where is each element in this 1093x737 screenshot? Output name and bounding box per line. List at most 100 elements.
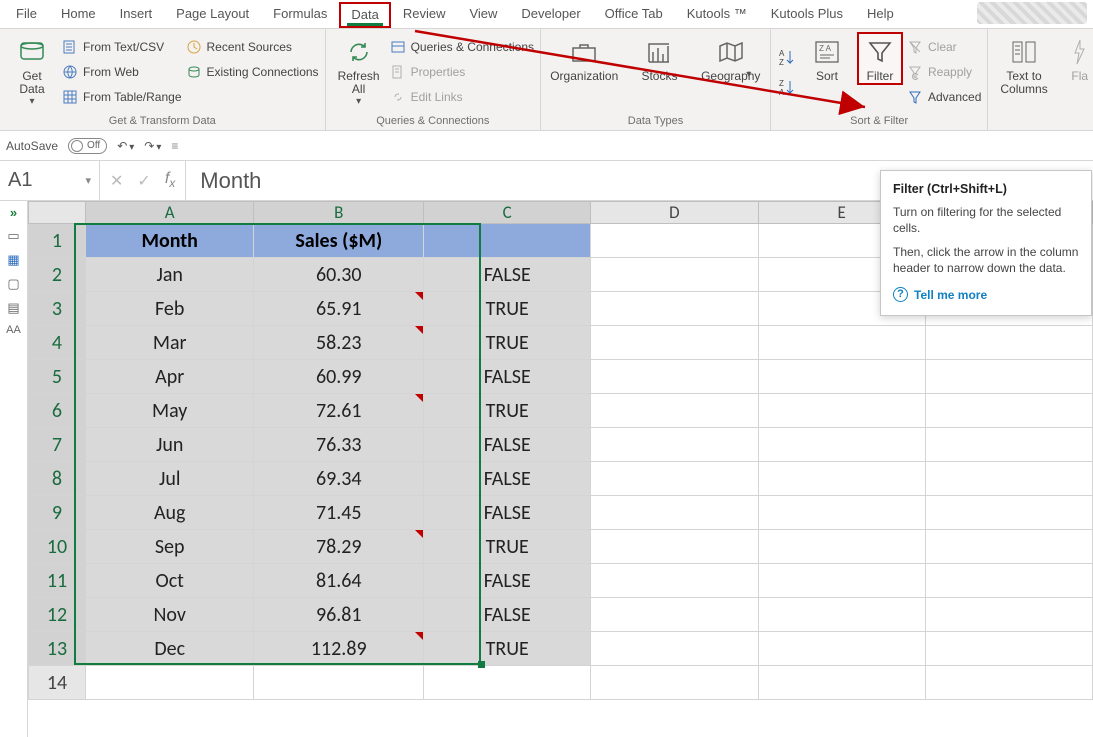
- user-account-area[interactable]: [977, 2, 1087, 24]
- advanced-button[interactable]: Advanced: [907, 86, 981, 108]
- cell-A1[interactable]: Month: [85, 224, 253, 258]
- cell-F4[interactable]: [925, 326, 1092, 360]
- name-box-dropdown-icon[interactable]: ▾: [85, 174, 91, 187]
- autosave-toggle[interactable]: Off: [68, 138, 107, 154]
- cell-F7[interactable]: [925, 428, 1092, 462]
- sidepanel-icon-2[interactable]: ▦: [7, 252, 19, 268]
- sidepanel-icon-1[interactable]: ▭: [7, 228, 19, 244]
- cell-C9[interactable]: FALSE: [424, 496, 591, 530]
- sidepanel-icon-3[interactable]: ▢: [7, 276, 19, 292]
- cell-B3[interactable]: 65.91: [254, 292, 424, 326]
- cell-D2[interactable]: [591, 258, 758, 292]
- sort-button[interactable]: Z A Sort: [801, 32, 853, 83]
- row-header-10[interactable]: 10: [29, 530, 86, 564]
- cell-E12[interactable]: [758, 598, 925, 632]
- sidepanel-icon-4[interactable]: ▤: [7, 300, 19, 316]
- cell-C8[interactable]: FALSE: [424, 462, 591, 496]
- cell-B7[interactable]: 76.33: [254, 428, 424, 462]
- tab-data[interactable]: Data: [339, 2, 390, 28]
- cell-B11[interactable]: 81.64: [254, 564, 424, 598]
- cell-E5[interactable]: [758, 360, 925, 394]
- cell-E8[interactable]: [758, 462, 925, 496]
- qat-more[interactable]: ≡: [171, 139, 178, 153]
- cell-A11[interactable]: Oct: [85, 564, 253, 598]
- tab-help[interactable]: Help: [855, 1, 906, 28]
- fx-icon[interactable]: fx: [165, 170, 175, 190]
- cell-A7[interactable]: Jun: [85, 428, 253, 462]
- tab-home[interactable]: Home: [49, 1, 108, 28]
- tab-view[interactable]: View: [457, 1, 509, 28]
- cell-D8[interactable]: [591, 462, 758, 496]
- cell-C11[interactable]: FALSE: [424, 564, 591, 598]
- text-to-columns-button[interactable]: Text to Columns: [994, 32, 1053, 96]
- recent-sources-button[interactable]: Recent Sources: [186, 36, 319, 58]
- cancel-formula-icon[interactable]: ✕: [110, 171, 123, 191]
- row-header-6[interactable]: 6: [29, 394, 86, 428]
- redo-button[interactable]: ↷▾: [144, 139, 161, 153]
- cell-C7[interactable]: FALSE: [424, 428, 591, 462]
- enter-formula-icon[interactable]: ✓: [137, 171, 150, 191]
- cell-D3[interactable]: [591, 292, 758, 326]
- row-header-9[interactable]: 9: [29, 496, 86, 530]
- cell-D5[interactable]: [591, 360, 758, 394]
- name-box[interactable]: A1 ▾: [0, 161, 100, 200]
- existing-connections-button[interactable]: Existing Connections: [186, 61, 319, 83]
- cell-C1[interactable]: [424, 224, 591, 258]
- queries-connections-button[interactable]: Queries & Connections: [390, 36, 534, 58]
- row-header-5[interactable]: 5: [29, 360, 86, 394]
- cell-D11[interactable]: [591, 564, 758, 598]
- tab-insert[interactable]: Insert: [108, 1, 165, 28]
- cell-E7[interactable]: [758, 428, 925, 462]
- expand-ribbon-icon[interactable]: »: [10, 205, 17, 220]
- column-header-D[interactable]: D: [591, 202, 758, 224]
- geography-button[interactable]: Geography ▾: [697, 32, 764, 94]
- cell-A8[interactable]: Jul: [85, 462, 253, 496]
- cell-E6[interactable]: [758, 394, 925, 428]
- cell-B13[interactable]: 112.89: [254, 632, 424, 666]
- row-header-13[interactable]: 13: [29, 632, 86, 666]
- sort-desc-button[interactable]: ZA: [777, 72, 797, 102]
- from-web-button[interactable]: From Web: [62, 61, 182, 83]
- cell-A14[interactable]: [85, 666, 253, 700]
- row-header-7[interactable]: 7: [29, 428, 86, 462]
- cell-C3[interactable]: TRUE: [424, 292, 591, 326]
- cell-E9[interactable]: [758, 496, 925, 530]
- get-data-button[interactable]: Get Data ▾: [6, 32, 58, 107]
- cell-D14[interactable]: [591, 666, 758, 700]
- cell-B4[interactable]: 58.23: [254, 326, 424, 360]
- cell-A6[interactable]: May: [85, 394, 253, 428]
- tab-kutools[interactable]: Kutools ™: [675, 1, 759, 28]
- row-header-8[interactable]: 8: [29, 462, 86, 496]
- cell-F12[interactable]: [925, 598, 1092, 632]
- cell-D9[interactable]: [591, 496, 758, 530]
- from-table-range-button[interactable]: From Table/Range: [62, 86, 182, 108]
- tell-me-more-link[interactable]: ? Tell me more: [893, 287, 1079, 303]
- cell-C4[interactable]: TRUE: [424, 326, 591, 360]
- cell-D6[interactable]: [591, 394, 758, 428]
- cell-D10[interactable]: [591, 530, 758, 564]
- row-header-2[interactable]: 2: [29, 258, 86, 292]
- tab-file[interactable]: File: [4, 1, 49, 28]
- cell-A5[interactable]: Apr: [85, 360, 253, 394]
- cell-B12[interactable]: 96.81: [254, 598, 424, 632]
- cell-F13[interactable]: [925, 632, 1092, 666]
- cell-A9[interactable]: Aug: [85, 496, 253, 530]
- column-header-C[interactable]: C: [424, 202, 591, 224]
- cell-E13[interactable]: [758, 632, 925, 666]
- row-header-4[interactable]: 4: [29, 326, 86, 360]
- row-header-1[interactable]: 1: [29, 224, 86, 258]
- row-header-11[interactable]: 11: [29, 564, 86, 598]
- cell-D1[interactable]: [591, 224, 758, 258]
- cell-F11[interactable]: [925, 564, 1092, 598]
- select-all-corner[interactable]: [29, 202, 86, 224]
- cell-F6[interactable]: [925, 394, 1092, 428]
- cell-A13[interactable]: Dec: [85, 632, 253, 666]
- tab-developer[interactable]: Developer: [509, 1, 592, 28]
- cell-E4[interactable]: [758, 326, 925, 360]
- organization-button[interactable]: Organization: [547, 32, 621, 83]
- cell-D13[interactable]: [591, 632, 758, 666]
- row-header-3[interactable]: 3: [29, 292, 86, 326]
- cell-D4[interactable]: [591, 326, 758, 360]
- cell-F5[interactable]: [925, 360, 1092, 394]
- cell-B6[interactable]: 72.61: [254, 394, 424, 428]
